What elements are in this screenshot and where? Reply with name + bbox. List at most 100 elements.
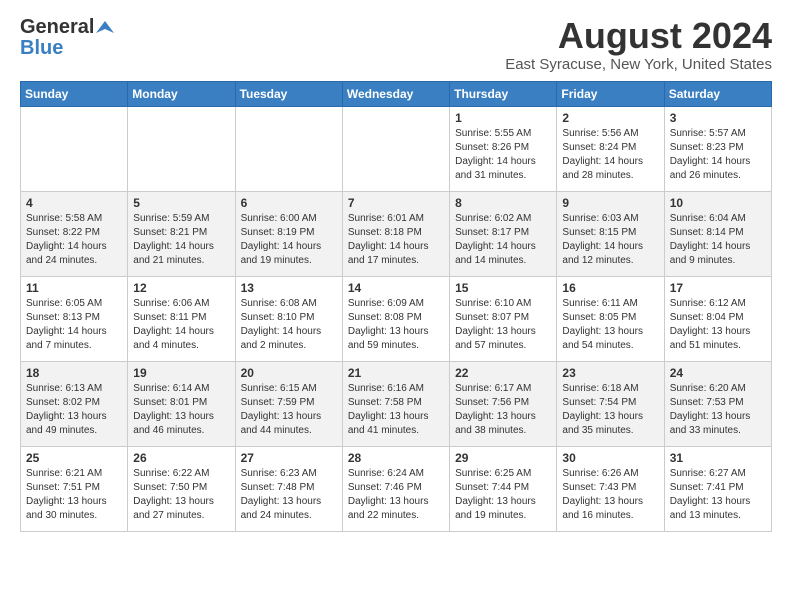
cell-text: Sunset: 8:14 PM	[670, 226, 766, 240]
calendar-cell: 23Sunrise: 6:18 AMSunset: 7:54 PMDayligh…	[557, 361, 664, 446]
calendar-cell: 11Sunrise: 6:05 AMSunset: 8:13 PMDayligh…	[21, 276, 128, 361]
cell-text: and 26 minutes.	[670, 169, 766, 183]
cell-text: and 51 minutes.	[670, 339, 766, 353]
calendar-cell: 26Sunrise: 6:22 AMSunset: 7:50 PMDayligh…	[128, 446, 235, 531]
calendar-cell: 19Sunrise: 6:14 AMSunset: 8:01 PMDayligh…	[128, 361, 235, 446]
cell-text: Daylight: 14 hours	[348, 240, 444, 254]
calendar-cell: 29Sunrise: 6:25 AMSunset: 7:44 PMDayligh…	[450, 446, 557, 531]
calendar-cell: 17Sunrise: 6:12 AMSunset: 8:04 PMDayligh…	[664, 276, 771, 361]
cell-text: Daylight: 13 hours	[562, 495, 658, 509]
calendar-cell: 16Sunrise: 6:11 AMSunset: 8:05 PMDayligh…	[557, 276, 664, 361]
day-number: 1	[455, 111, 551, 125]
calendar-cell: 9Sunrise: 6:03 AMSunset: 8:15 PMDaylight…	[557, 191, 664, 276]
cell-text: and 14 minutes.	[455, 254, 551, 268]
cell-text: Daylight: 14 hours	[241, 240, 337, 254]
cell-text: Sunrise: 6:17 AM	[455, 382, 551, 396]
cell-text: Sunset: 8:26 PM	[455, 141, 551, 155]
cell-text: Sunrise: 6:01 AM	[348, 212, 444, 226]
cell-text: Sunrise: 6:05 AM	[26, 297, 122, 311]
cell-text: Sunset: 7:41 PM	[670, 481, 766, 495]
cell-text: and 7 minutes.	[26, 339, 122, 353]
cell-text: Daylight: 13 hours	[26, 410, 122, 424]
cell-text: and 9 minutes.	[670, 254, 766, 268]
calendar-cell: 20Sunrise: 6:15 AMSunset: 7:59 PMDayligh…	[235, 361, 342, 446]
cell-text: Sunrise: 6:15 AM	[241, 382, 337, 396]
cell-text: Sunrise: 6:02 AM	[455, 212, 551, 226]
calendar-week-row: 25Sunrise: 6:21 AMSunset: 7:51 PMDayligh…	[21, 446, 772, 531]
cell-text: Sunrise: 6:21 AM	[26, 467, 122, 481]
cell-text: Sunrise: 6:18 AM	[562, 382, 658, 396]
cell-text: and 59 minutes.	[348, 339, 444, 353]
cell-text: and 21 minutes.	[133, 254, 229, 268]
cell-text: Sunrise: 6:25 AM	[455, 467, 551, 481]
cell-text: Daylight: 13 hours	[670, 410, 766, 424]
calendar-cell: 13Sunrise: 6:08 AMSunset: 8:10 PMDayligh…	[235, 276, 342, 361]
cell-text: Sunrise: 6:14 AM	[133, 382, 229, 396]
cell-text: Sunrise: 6:27 AM	[670, 467, 766, 481]
cell-text: Daylight: 14 hours	[133, 325, 229, 339]
day-number: 18	[26, 366, 122, 380]
day-number: 12	[133, 281, 229, 295]
cell-text: Daylight: 14 hours	[670, 155, 766, 169]
cell-text: Sunset: 8:05 PM	[562, 311, 658, 325]
cell-text: Sunset: 8:13 PM	[26, 311, 122, 325]
day-number: 24	[670, 366, 766, 380]
calendar-cell: 21Sunrise: 6:16 AMSunset: 7:58 PMDayligh…	[342, 361, 449, 446]
cell-text: Sunset: 8:21 PM	[133, 226, 229, 240]
cell-text: and 19 minutes.	[455, 509, 551, 523]
day-number: 7	[348, 196, 444, 210]
cell-text: Sunrise: 6:23 AM	[241, 467, 337, 481]
cell-text: and 22 minutes.	[348, 509, 444, 523]
cell-text: and 57 minutes.	[455, 339, 551, 353]
cell-text: Daylight: 13 hours	[455, 495, 551, 509]
cell-text: Daylight: 13 hours	[455, 410, 551, 424]
day-number: 22	[455, 366, 551, 380]
cell-text: Sunset: 8:15 PM	[562, 226, 658, 240]
day-number: 9	[562, 196, 658, 210]
calendar-cell: 30Sunrise: 6:26 AMSunset: 7:43 PMDayligh…	[557, 446, 664, 531]
cell-text: Daylight: 13 hours	[348, 495, 444, 509]
cell-text: Sunrise: 6:04 AM	[670, 212, 766, 226]
title-area: August 2024 East Syracuse, New York, Uni…	[505, 16, 772, 73]
day-number: 2	[562, 111, 658, 125]
logo-blue: Blue	[20, 37, 63, 60]
cell-text: Sunset: 7:54 PM	[562, 396, 658, 410]
cell-text: Daylight: 13 hours	[26, 495, 122, 509]
cell-text: Sunset: 8:17 PM	[455, 226, 551, 240]
cell-text: and 35 minutes.	[562, 424, 658, 438]
calendar-table: SundayMondayTuesdayWednesdayThursdayFrid…	[20, 81, 772, 532]
cell-text: and 17 minutes.	[348, 254, 444, 268]
cell-text: Daylight: 13 hours	[562, 325, 658, 339]
cell-text: and 49 minutes.	[26, 424, 122, 438]
calendar-cell: 12 Sunrise: 6:06 AMSunset: 8:11 PMDayligh…	[128, 276, 235, 361]
cell-text: Sunset: 8:11 PM	[133, 311, 229, 325]
cell-text: and 28 minutes.	[562, 169, 658, 183]
cell-text: Sunset: 8:23 PM	[670, 141, 766, 155]
cell-text: Sunrise: 6:06 AM	[133, 297, 229, 311]
calendar-cell: 1Sunrise: 5:55 AMSunset: 8:26 PMDaylight…	[450, 106, 557, 191]
calendar-cell: 18Sunrise: 6:13 AMSunset: 8:02 PMDayligh…	[21, 361, 128, 446]
cell-text: Daylight: 13 hours	[670, 325, 766, 339]
cell-text: Daylight: 14 hours	[455, 155, 551, 169]
calendar-cell: 10Sunrise: 6:04 AMSunset: 8:14 PMDayligh…	[664, 191, 771, 276]
calendar-cell: 8Sunrise: 6:02 AMSunset: 8:17 PMDaylight…	[450, 191, 557, 276]
cell-text: and 31 minutes.	[455, 169, 551, 183]
cell-text: Sunrise: 6:10 AM	[455, 297, 551, 311]
day-number: 15	[455, 281, 551, 295]
logo-bird-icon	[96, 19, 114, 37]
cell-text: Sunrise: 6:08 AM	[241, 297, 337, 311]
day-number: 17	[670, 281, 766, 295]
day-number: 13	[241, 281, 337, 295]
day-number: 21	[348, 366, 444, 380]
location-subtitle: East Syracuse, New York, United States	[505, 56, 772, 73]
cell-text: Daylight: 13 hours	[133, 495, 229, 509]
weekday-header-friday: Friday	[557, 81, 664, 106]
day-number: 14	[348, 281, 444, 295]
cell-text: and 41 minutes.	[348, 424, 444, 438]
cell-text: Daylight: 14 hours	[670, 240, 766, 254]
logo: General Blue	[20, 16, 114, 60]
cell-text: Daylight: 13 hours	[241, 410, 337, 424]
cell-text: Sunrise: 6:03 AM	[562, 212, 658, 226]
calendar-cell: 24Sunrise: 6:20 AMSunset: 7:53 PMDayligh…	[664, 361, 771, 446]
cell-text: Sunset: 8:07 PM	[455, 311, 551, 325]
